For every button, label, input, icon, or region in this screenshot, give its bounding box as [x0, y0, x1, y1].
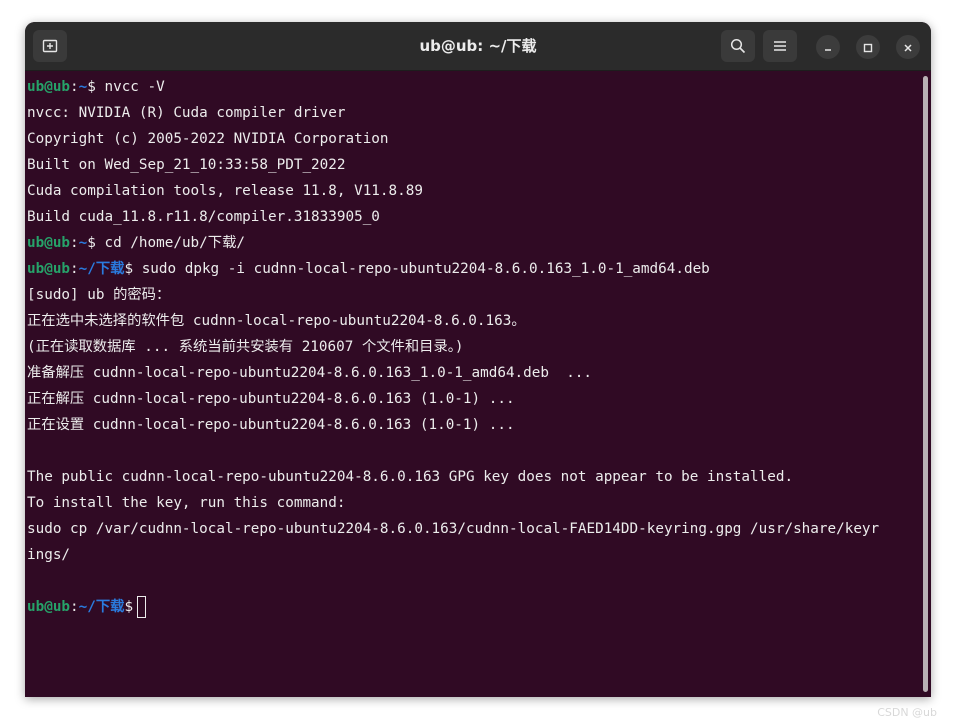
terminal-line: nvcc: NVIDIA (R) Cuda compiler driver — [27, 100, 917, 126]
terminal-line: [sudo] ub 的密码： — [27, 282, 917, 308]
prompt-dollar: $ — [124, 599, 134, 615]
terminal-line: Built on Wed_Sep_21_10:33:58_PDT_2022 — [27, 152, 917, 178]
output-text: To install the key, run this command: — [27, 495, 346, 511]
prompt-path: ~/下载 — [78, 261, 125, 277]
text-cursor — [137, 596, 147, 618]
terminal-line: 正在选中未选择的软件包 cudnn-local-repo-ubuntu2204-… — [27, 308, 917, 334]
terminal-line: 正在设置 cudnn-local-repo-ubuntu2204-8.6.0.1… — [27, 412, 917, 438]
output-text: nvcc: NVIDIA (R) Cuda compiler driver — [27, 105, 346, 121]
scrollbar[interactable] — [923, 76, 928, 692]
prompt-user: ub@ub — [27, 599, 71, 615]
command-text: nvcc -V — [104, 79, 165, 95]
prompt-path: ~ — [78, 235, 88, 251]
terminal-line: (正在读取数据库 ... 系统当前共安装有 210607 个文件和目录。) — [27, 334, 917, 360]
output-text: Built on Wed_Sep_21_10:33:58_PDT_2022 — [27, 157, 346, 173]
terminal-line: ings/ — [27, 542, 917, 568]
terminal-line: Cuda compilation tools, release 11.8, V1… — [27, 178, 917, 204]
terminal-line: 准备解压 cudnn-local-repo-ubuntu2204-8.6.0.1… — [27, 360, 917, 386]
terminal-line: 正在解压 cudnn-local-repo-ubuntu2204-8.6.0.1… — [27, 386, 917, 412]
terminal-output[interactable]: ub@ub:~$ nvcc -V nvcc: NVIDIA (R) Cuda co… — [27, 74, 917, 694]
terminal-line: The public cudnn-local-repo-ubuntu2204-8… — [27, 464, 917, 490]
terminal-line: ub@ub:~$ nvcc -V — [27, 74, 917, 100]
output-text: (正在读取数据库 ... 系统当前共安装有 210607 个文件和目录。) — [27, 339, 464, 355]
minimize-button[interactable] — [816, 35, 840, 59]
output-text: 正在设置 cudnn-local-repo-ubuntu2204-8.6.0.1… — [27, 417, 515, 433]
prompt-dollar: $ — [124, 261, 142, 277]
terminal-window: ub@ub: ~/下载 ub@ub:~$ nvcc -V nvcc: NVIDI… — [25, 22, 931, 697]
output-text: ings/ — [27, 547, 71, 563]
terminal-line: ub@ub:~/下载$ sudo dpkg -i cudnn-local-rep… — [27, 256, 917, 282]
command-text: sudo dpkg -i cudnn-local-repo-ubuntu2204… — [141, 261, 710, 277]
terminal-line: ub@ub:~/下载$ — [27, 594, 917, 620]
maximize-icon — [863, 38, 873, 57]
output-text: 准备解压 cudnn-local-repo-ubuntu2204-8.6.0.1… — [27, 365, 593, 381]
prompt-user: ub@ub — [27, 261, 71, 277]
output-text: 正在选中未选择的软件包 cudnn-local-repo-ubuntu2204-… — [27, 313, 526, 329]
prompt-separator: : — [70, 79, 79, 95]
terminal-line: Copyright (c) 2005-2022 NVIDIA Corporati… — [27, 126, 917, 152]
prompt-dollar: $ — [87, 235, 105, 251]
minimize-icon — [823, 38, 833, 57]
terminal-line: To install the key, run this command: — [27, 490, 917, 516]
terminal-line: ub@ub:~$ cd /home/ub/下载/ — [27, 230, 917, 256]
command-text: cd /home/ub/下载/ — [104, 235, 245, 251]
prompt-user: ub@ub — [27, 235, 71, 251]
close-icon — [903, 38, 913, 57]
hamburger-menu-icon — [773, 40, 787, 52]
title-bar: ub@ub: ~/下载 — [25, 22, 931, 71]
terminal-line: sudo cp /var/cudnn-local-repo-ubuntu2204… — [27, 516, 917, 542]
output-text: The public cudnn-local-repo-ubuntu2204-8… — [27, 469, 794, 485]
prompt-separator: : — [70, 261, 79, 277]
prompt-separator: : — [70, 235, 79, 251]
output-text: Copyright (c) 2005-2022 NVIDIA Corporati… — [27, 131, 389, 147]
output-text: [sudo] ub 的密码： — [27, 287, 171, 303]
maximize-button[interactable] — [856, 35, 880, 59]
prompt-path: ~ — [78, 79, 88, 95]
search-button[interactable] — [721, 30, 755, 62]
close-button[interactable] — [896, 35, 920, 59]
prompt-user: ub@ub — [27, 79, 71, 95]
output-text: Cuda compilation tools, release 11.8, V1… — [27, 183, 423, 199]
search-icon — [730, 38, 746, 54]
prompt-separator: : — [70, 599, 79, 615]
menu-button[interactable] — [763, 30, 797, 62]
output-text: 正在解压 cudnn-local-repo-ubuntu2204-8.6.0.1… — [27, 391, 515, 407]
output-text: Build cuda_11.8.r11.8/compiler.31833905_… — [27, 209, 380, 225]
prompt-dollar: $ — [87, 79, 105, 95]
terminal-line: Build cuda_11.8.r11.8/compiler.31833905_… — [27, 204, 917, 230]
prompt-path: ~/下载 — [78, 599, 125, 615]
watermark: CSDN @ub — [877, 706, 937, 719]
output-text: sudo cp /var/cudnn-local-repo-ubuntu2204… — [27, 521, 880, 537]
